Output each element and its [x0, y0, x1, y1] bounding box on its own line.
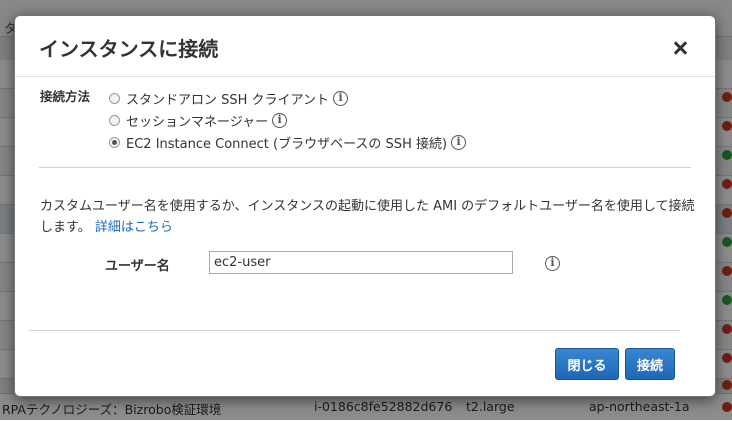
- info-icon[interactable]: i: [272, 112, 288, 128]
- radio-ec2-instance-connect[interactable]: [109, 136, 120, 148]
- radio-session-manager[interactable]: [109, 114, 120, 126]
- username-label: ユーザー名: [105, 259, 170, 274]
- info-icon[interactable]: i: [451, 134, 467, 150]
- option-ec2-instance-connect[interactable]: EC2 Instance Connect (ブラウザベースの SSH 接続) i: [109, 133, 467, 152]
- dialog-title: インスタンスに接続: [39, 37, 219, 61]
- info-icon[interactable]: i: [333, 90, 349, 106]
- connect-instance-dialog: インスタンスに接続 接続方法 スタンドアロン SSH クライアント i セッショ…: [14, 15, 716, 397]
- details-link[interactable]: 詳細はこちら: [95, 220, 173, 235]
- description: カスタムユーザー名を使用するか、インスタンスの起動に使用した AMI のデフォル…: [40, 196, 695, 238]
- close-button[interactable]: 閉じる: [555, 348, 619, 380]
- close-icon[interactable]: [671, 39, 689, 57]
- username-input[interactable]: [209, 251, 513, 274]
- footer-divider: [29, 330, 680, 331]
- option-label: EC2 Instance Connect (ブラウザベースの SSH 接続): [126, 136, 448, 152]
- connect-button[interactable]: 接続: [625, 348, 675, 380]
- option-label: スタンドアロン SSH クライアント: [126, 92, 330, 108]
- info-icon[interactable]: i: [545, 256, 560, 271]
- title-divider: [15, 76, 715, 77]
- connection-method-label: 接続方法: [40, 89, 91, 104]
- section-divider: [39, 167, 691, 168]
- option-session-manager[interactable]: セッションマネージャー i: [109, 111, 288, 130]
- radio-standalone-ssh[interactable]: [109, 92, 120, 104]
- option-label: セッションマネージャー: [126, 114, 269, 130]
- option-standalone-ssh[interactable]: スタンドアロン SSH クライアント i: [109, 89, 349, 108]
